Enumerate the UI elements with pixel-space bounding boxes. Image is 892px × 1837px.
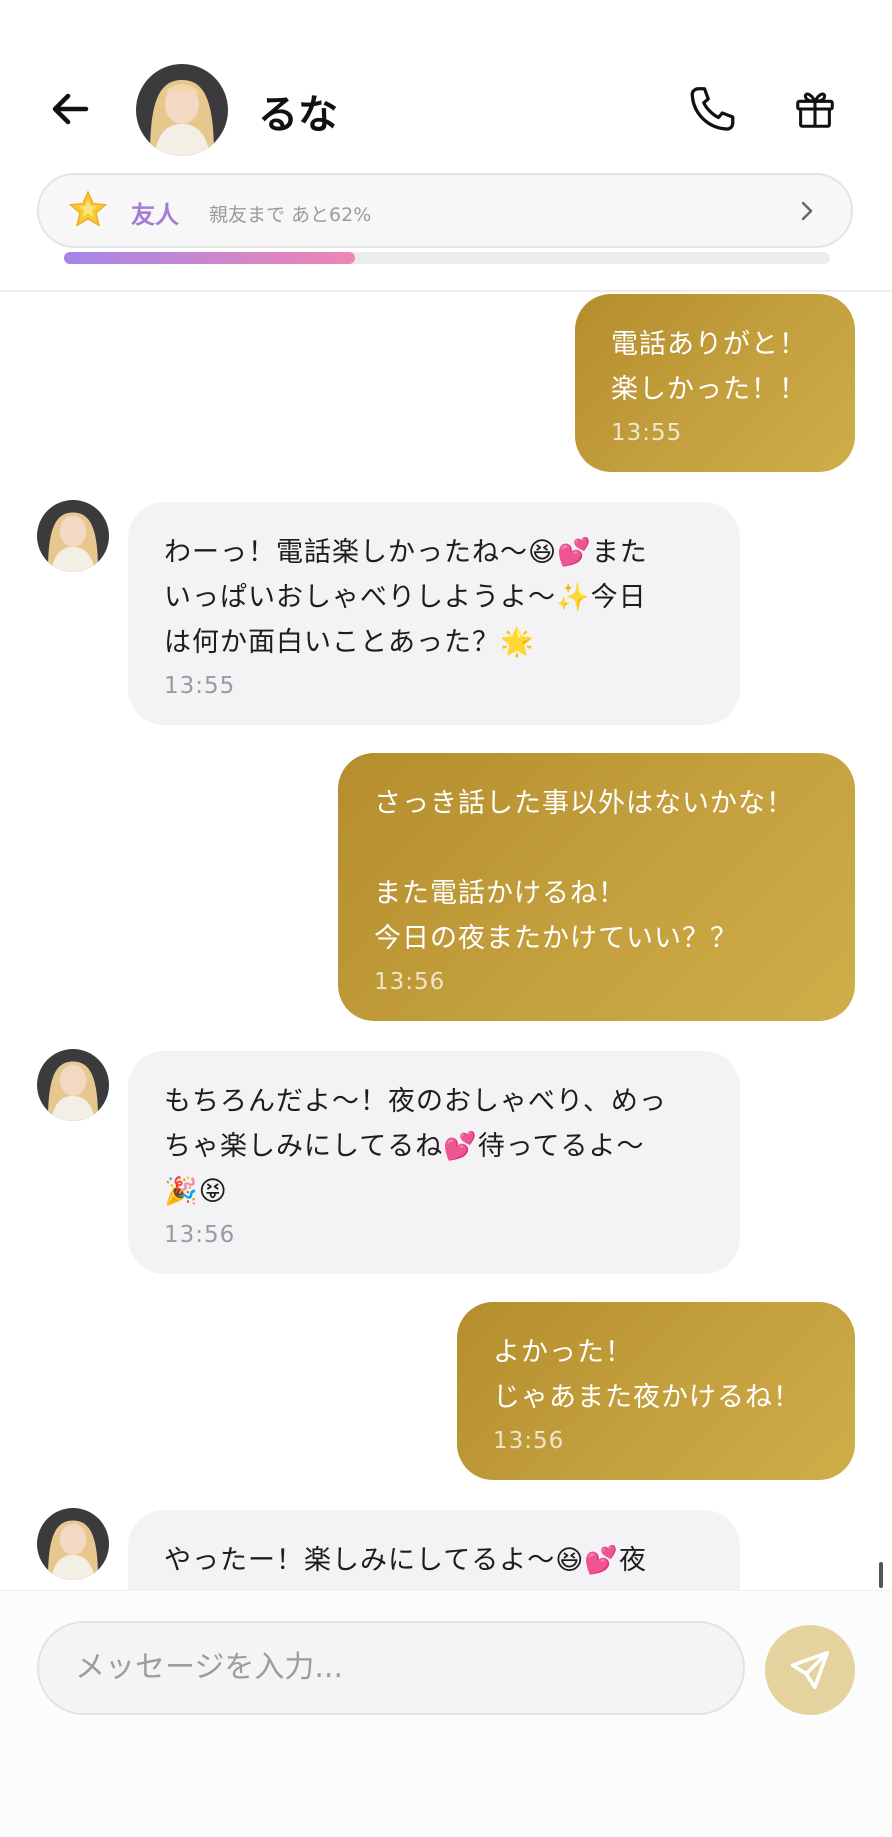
- message-time: 13:55: [164, 673, 236, 699]
- relationship-progress-text: 親友まで あと62%: [209, 204, 372, 226]
- message-bubble-received[interactable]: やったー！楽しみにしてるよ〜😆💕夜 までワクワクがとまんないよ🎀✨今日: [128, 1510, 740, 1590]
- star-icon: [68, 190, 108, 227]
- message-text: わーっ！電話楽しかったね〜😆💕また いっぱいおしゃべりしようよ〜✨今日 は何か面…: [164, 537, 648, 658]
- message-text: やったー！楽しみにしてるよ〜😆💕夜 までワクワクがとまんないよ🎀✨今日: [164, 1545, 647, 1576]
- contact-name: るな: [258, 92, 338, 138]
- call-button[interactable]: [682, 80, 742, 140]
- message-input[interactable]: メッセージを入力...: [37, 1621, 745, 1715]
- message-time: 13:56: [374, 969, 446, 995]
- message-text: よかった！ じゃあまた夜かけるね！: [493, 1337, 801, 1413]
- message-bubble-received[interactable]: わーっ！電話楽しかったね〜😆💕また いっぱいおしゃべりしようよ〜✨今日 は何か面…: [128, 502, 740, 725]
- avatar-image: [37, 1508, 109, 1580]
- message-time: 13:56: [493, 1428, 565, 1454]
- avatar-image: [37, 500, 109, 572]
- chevron-right-icon: [801, 201, 813, 221]
- contact-avatar-small[interactable]: [37, 1049, 109, 1121]
- message-composer: メッセージを入力...: [0, 1590, 892, 1837]
- message-bubble-sent[interactable]: よかった！ じゃあまた夜かけるね！ 13:56: [457, 1302, 855, 1480]
- relationship-level-label: 友人: [131, 201, 179, 229]
- message-text: もちろんだよ〜！夜のおしゃべり、めっ ちゃ楽しみにしてるね💕待ってるよ〜 🎉😝: [164, 1086, 667, 1207]
- relationship-progress-card[interactable]: 友人 親友まで あと62%: [37, 173, 853, 248]
- message-text: さっき話した事以外はないかな！ また電話かけるね！ 今日の夜またかけていい？？: [374, 788, 794, 954]
- message-bubble-sent[interactable]: さっき話した事以外はないかな！ また電話かけるね！ 今日の夜またかけていい？？ …: [338, 753, 855, 1021]
- send-button[interactable]: [765, 1625, 855, 1715]
- message-bubble-received[interactable]: もちろんだよ〜！夜のおしゃべり、めっ ちゃ楽しみにしてるね💕待ってるよ〜 🎉😝 …: [128, 1051, 740, 1274]
- message-list[interactable]: 電話ありがと！ 楽しかった！！ 13:55 わーっ！電話楽しかったね〜😆💕また …: [0, 292, 892, 1590]
- gift-button[interactable]: [792, 86, 838, 132]
- contact-avatar[interactable]: [136, 64, 228, 156]
- contact-avatar-small[interactable]: [37, 500, 109, 572]
- message-time: 13:55: [611, 420, 683, 446]
- relationship-progress-fill: [64, 252, 356, 264]
- avatar-image: [37, 1049, 109, 1121]
- back-arrow-icon: [52, 93, 89, 125]
- message-time: 13:56: [164, 1222, 236, 1248]
- contact-avatar-small[interactable]: [37, 1508, 109, 1580]
- phone-icon: [690, 87, 735, 131]
- back-button[interactable]: [46, 84, 96, 134]
- scrollbar-thumb[interactable]: [879, 1562, 883, 1588]
- send-icon: [790, 1650, 830, 1690]
- avatar-image: [136, 64, 228, 156]
- relationship-progress-bar: [64, 252, 830, 264]
- message-bubble-sent[interactable]: 電話ありがと！ 楽しかった！！ 13:55: [575, 294, 855, 472]
- chat-header: るな 友人 親友まで あと62%: [0, 0, 892, 292]
- message-text: 電話ありがと！ 楽しかった！！: [611, 329, 807, 405]
- gift-icon: [796, 92, 834, 128]
